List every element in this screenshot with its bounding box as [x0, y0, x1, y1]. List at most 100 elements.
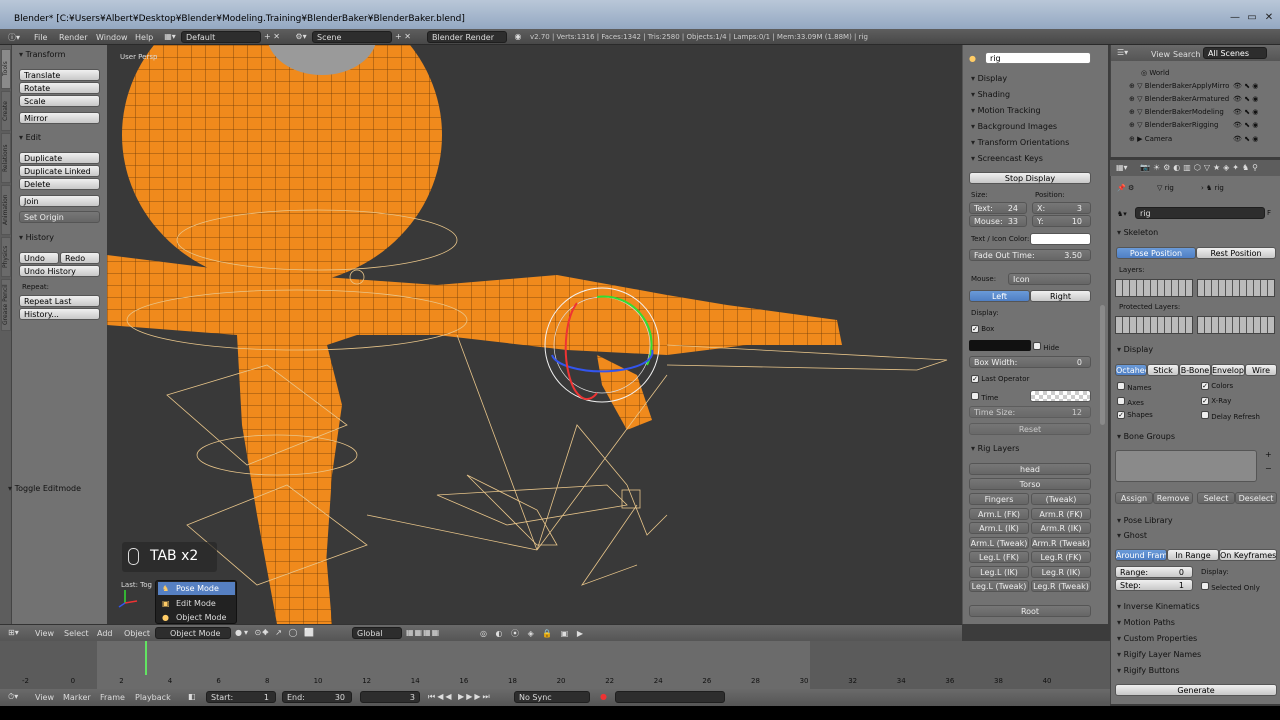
3d-viewport[interactable]: User Persp TAB x2 Last: Tog: [107, 45, 962, 624]
outliner-view-menu[interactable]: View: [1151, 50, 1170, 59]
layout-icon[interactable]: ▦▾: [162, 32, 178, 41]
rig-layer-leg-l-tweak[interactable]: Leg.L (Tweak): [969, 580, 1029, 592]
protected-layers-right[interactable]: [1197, 316, 1275, 334]
time-size-field[interactable]: Time Size: 12: [969, 406, 1091, 418]
panel-bone-groups[interactable]: Bone Groups: [1117, 432, 1175, 441]
visibility-icons[interactable]: 👁 ⬉ ◉: [1233, 121, 1258, 129]
position-y-field[interactable]: Y: 10: [1032, 215, 1091, 227]
pin-icon[interactable]: 📌 ⚙: [1117, 184, 1134, 192]
properties-editor-icon[interactable]: ▦▾: [1116, 163, 1128, 172]
layers-grid-right[interactable]: [1197, 279, 1275, 297]
menu-render[interactable]: Render: [59, 33, 87, 42]
panel-rig-layers[interactable]: Rig Layers: [971, 444, 1020, 453]
remove-bone-group-icon[interactable]: −: [1265, 464, 1272, 473]
panel-rigify-buttons[interactable]: Rigify Buttons: [1117, 666, 1180, 675]
outliner-item-camera[interactable]: ⊕ ▶ Camera: [1129, 135, 1172, 143]
panel-rigify-layer-names[interactable]: Rigify Layer Names: [1117, 650, 1202, 659]
axes-checkbox[interactable]: Axes: [1117, 397, 1144, 407]
rig-layer-leg-r-tweak[interactable]: Leg.R (Tweak): [1031, 580, 1091, 592]
rig-layer-head[interactable]: head: [969, 463, 1091, 475]
colors-checkbox[interactable]: ✓ Colors: [1201, 382, 1233, 390]
scene-field[interactable]: Scene: [312, 31, 392, 43]
rig-layer-arm-l-ik[interactable]: Arm.L (IK): [969, 522, 1029, 534]
history-button[interactable]: History...: [19, 308, 100, 320]
outliner-item-1[interactable]: ⊕ ▽ BlenderBakerApplyMirro: [1129, 82, 1229, 90]
visibility-icons[interactable]: 👁 ⬉ ◉: [1233, 135, 1258, 143]
selected-only-checkbox[interactable]: Selected Only: [1201, 582, 1260, 592]
box-color-swatch[interactable]: [969, 340, 1031, 351]
info-editor-icon[interactable]: ⓘ▾: [6, 32, 22, 43]
rig-layer-leg-l-ik[interactable]: Leg.L (IK): [969, 566, 1029, 578]
bone-groups-list[interactable]: [1115, 450, 1257, 482]
keying-set-field[interactable]: [615, 691, 725, 703]
shapes-checkbox[interactable]: ✓ Shapes: [1117, 411, 1153, 419]
view-menu[interactable]: View: [35, 629, 54, 638]
rig-layer-leg-l-fk[interactable]: Leg.L (FK): [969, 551, 1029, 563]
ghost-on-keyframes-button[interactable]: On Keyframes: [1219, 549, 1277, 561]
menu-help[interactable]: Help: [135, 33, 153, 42]
names-checkbox[interactable]: Names: [1117, 382, 1152, 392]
timeline-marker-menu[interactable]: Marker: [63, 693, 91, 702]
sync-mode-select[interactable]: No Sync: [514, 691, 590, 703]
display-bbone-button[interactable]: B-Bone: [1179, 364, 1211, 376]
mode-select[interactable]: Object Mode: [155, 627, 231, 639]
maximize-icon[interactable]: ▭: [1245, 12, 1259, 24]
rig-layer-arm-r-ik[interactable]: Arm.R (IK): [1031, 522, 1091, 534]
ghost-in-range-button[interactable]: In Range: [1167, 549, 1219, 561]
visibility-icons[interactable]: 👁 ⬉ ◉: [1233, 82, 1258, 90]
join-button[interactable]: Join: [19, 195, 100, 207]
outliner-search-menu[interactable]: Search: [1173, 50, 1200, 59]
timeline[interactable]: -2 0 2 4 6 8 10 12 14 16 18 20 22 24 26 28 30 32 34 36 38 40: [0, 641, 1110, 689]
rig-layer-fingers-tweak[interactable]: (Tweak): [1031, 493, 1091, 505]
tab-physics[interactable]: Physics: [1, 237, 11, 277]
layout-add-icon[interactable]: + ✕: [262, 32, 282, 41]
visibility-icons[interactable]: 👁 ⬉ ◉: [1233, 108, 1258, 116]
object-menu[interactable]: Object: [124, 629, 150, 638]
bone-group-select-button[interactable]: Select: [1197, 492, 1235, 504]
box-checkbox[interactable]: ✓ Box: [971, 325, 994, 333]
xray-checkbox[interactable]: ✓ X-Ray: [1201, 397, 1231, 405]
menu-item-pose-mode[interactable]: Pose Mode: [158, 582, 235, 595]
visibility-icons[interactable]: 👁 ⬉ ◉: [1233, 95, 1258, 103]
rig-layer-leg-r-fk[interactable]: Leg.R (FK): [1031, 551, 1091, 563]
mirror-button[interactable]: Mirror: [19, 112, 100, 124]
generate-button[interactable]: Generate: [1115, 684, 1277, 696]
set-origin-select[interactable]: Set Origin: [19, 211, 100, 223]
outliner-item-world[interactable]: ◎ World: [1141, 69, 1169, 77]
panel-armature-display[interactable]: Display: [1117, 345, 1154, 354]
display-wire-button[interactable]: Wire: [1245, 364, 1277, 376]
panel-motion-tracking[interactable]: Motion Tracking: [971, 106, 1041, 115]
delay-refresh-checkbox[interactable]: Delay Refresh: [1201, 411, 1260, 421]
timeline-playback-menu[interactable]: Playback: [135, 693, 171, 702]
panel-transform-orientations[interactable]: Transform Orientations: [971, 138, 1070, 147]
undo-button[interactable]: Undo: [19, 252, 59, 264]
scale-button[interactable]: Scale: [19, 95, 100, 107]
rig-layer-torso[interactable]: Torso: [969, 478, 1091, 490]
tab-tools[interactable]: Tools: [1, 49, 11, 89]
operator-panel-title[interactable]: Toggle Editmode: [8, 484, 81, 493]
start-frame-field[interactable]: Start: 1: [206, 691, 276, 703]
panel-motion-paths[interactable]: Motion Paths: [1117, 618, 1175, 627]
panel-pose-library[interactable]: Pose Library: [1117, 516, 1173, 525]
display-octahedral-button[interactable]: Octahedral: [1115, 364, 1147, 376]
ghost-step-field[interactable]: Step: 1: [1115, 579, 1193, 591]
tab-animation[interactable]: Animation: [1, 185, 11, 235]
outliner-item-3[interactable]: ⊕ ▽ BlenderBakerModeling: [1129, 108, 1224, 116]
duplicate-linked-button[interactable]: Duplicate Linked: [19, 165, 100, 177]
render-engine-select[interactable]: Blender Render: [427, 31, 507, 43]
right-button[interactable]: Right: [1030, 290, 1091, 302]
ghost-range-field[interactable]: Range: 0: [1115, 566, 1193, 578]
fade-out-time-field[interactable]: Fade Out Time: 3.50: [969, 249, 1091, 261]
redo-button[interactable]: Redo: [60, 252, 100, 264]
panel-inverse-kinematics[interactable]: Inverse Kinematics: [1117, 602, 1200, 611]
mouse-mode-select[interactable]: Icon: [1008, 273, 1091, 285]
panel-shading[interactable]: Shading: [971, 90, 1011, 99]
panel-transform[interactable]: Transform: [19, 50, 66, 59]
tab-create[interactable]: Create: [1, 91, 11, 131]
tab-grease-pencil[interactable]: Grease Pencil: [1, 279, 11, 331]
left-button[interactable]: Left: [969, 290, 1030, 302]
undo-history-button[interactable]: Undo History: [19, 265, 100, 277]
add-menu[interactable]: Add: [97, 629, 113, 638]
snap-render-icons[interactable]: ◎ ◐ ⦿ ◈ 🔒 ▣ ▶: [480, 628, 586, 639]
props-scrollbar[interactable]: [1100, 305, 1105, 425]
